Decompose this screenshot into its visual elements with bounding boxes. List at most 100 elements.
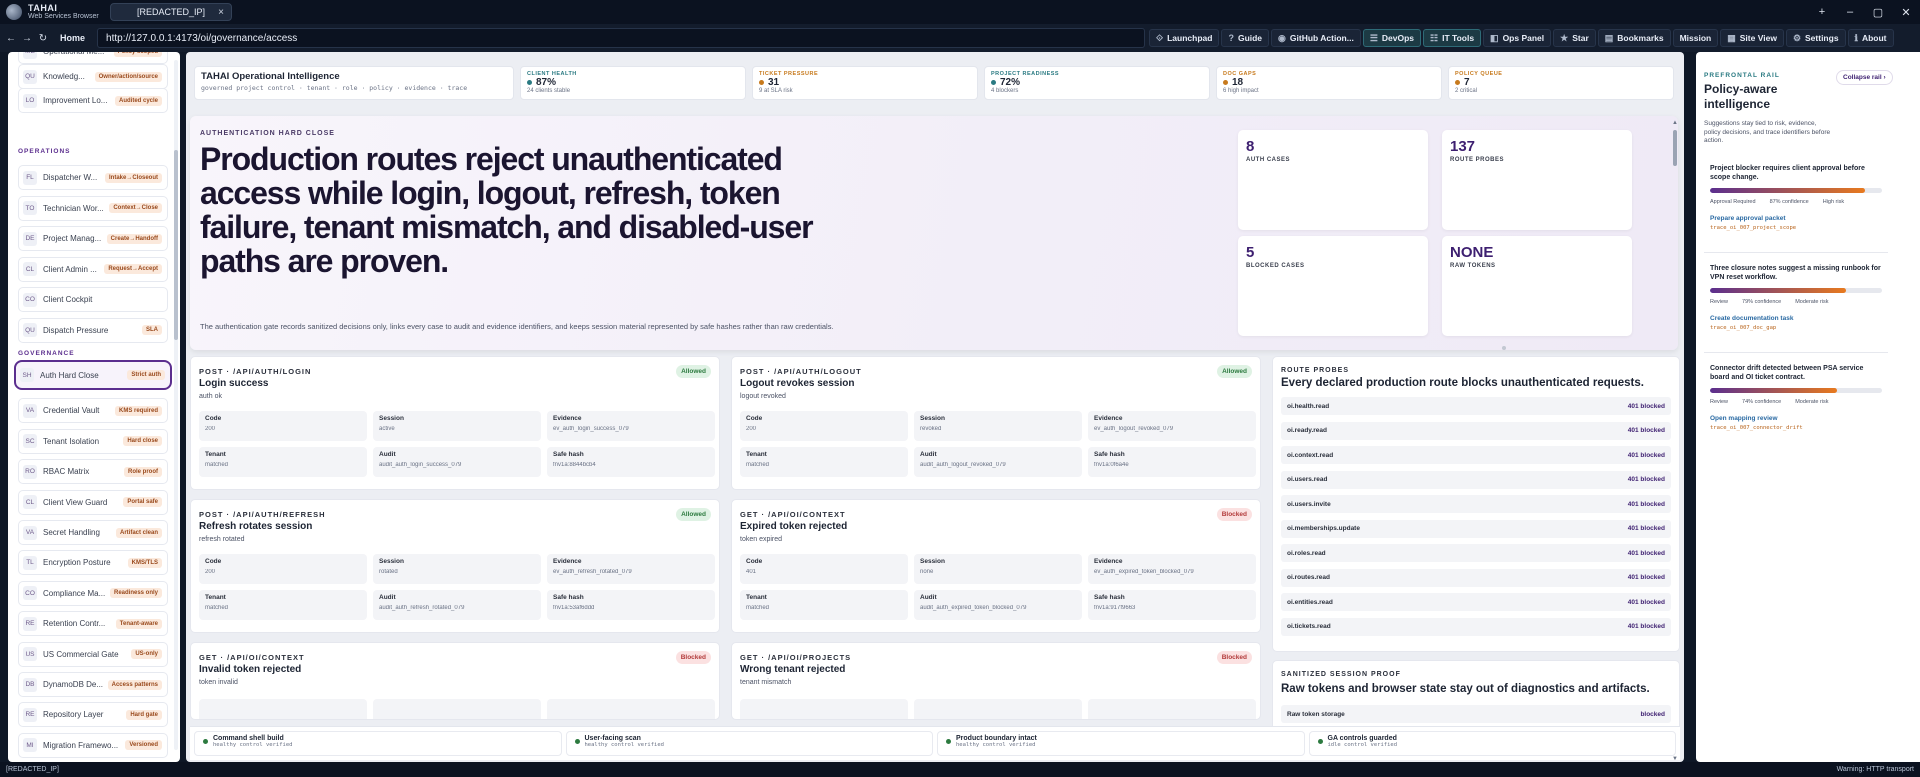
suggestion-action-link[interactable]: Create documentation task bbox=[1710, 315, 1882, 322]
footer-check-note: idle control verified bbox=[1327, 742, 1398, 748]
sidebar-item[interactable]: US US Commercial Gate US-only bbox=[18, 641, 168, 667]
forward-icon[interactable]: → bbox=[20, 28, 34, 48]
toolbar-button-2[interactable]: ◉ GitHub Action... bbox=[1271, 29, 1361, 47]
url-bar[interactable]: http://127.0.0.1:4173/oi/governance/acce… bbox=[97, 28, 1146, 48]
confidence-bar bbox=[1710, 188, 1882, 193]
case-field-key: Evidence bbox=[553, 558, 582, 565]
home-button[interactable]: Home bbox=[52, 28, 93, 48]
stat-value: 8 bbox=[1246, 138, 1255, 155]
case-status-badge: Blocked bbox=[1216, 651, 1252, 664]
sidebar-item-abbrev: QU bbox=[23, 69, 37, 84]
sidebar-item[interactable]: TL Encryption Posture KMS/TLS bbox=[18, 550, 168, 576]
auth-case-card: POST · /API/AUTH/LOGOUT Logout revokes se… bbox=[731, 356, 1261, 490]
sidebar-item[interactable]: SH Auth Hard Close Strict auth bbox=[14, 360, 172, 390]
main-scrollbar[interactable]: ▼ bbox=[1672, 100, 1678, 762]
collapse-rail-button[interactable]: Collapse rail › bbox=[1836, 70, 1893, 85]
toolbar-button-5[interactable]: ◧ Ops Panel bbox=[1483, 29, 1552, 47]
close-window-icon[interactable]: ✕ bbox=[1892, 0, 1920, 24]
maximize-icon[interactable]: ▢ bbox=[1864, 0, 1892, 24]
toolbar-button-label: Settings bbox=[1805, 33, 1839, 43]
toolbar-button-0[interactable]: ⟐ Launchpad bbox=[1149, 29, 1220, 47]
toolbar-button-10[interactable]: ⚙ Settings bbox=[1785, 29, 1846, 47]
sidebar-item[interactable]: QU Knowledg... Owner/action/source bbox=[18, 64, 168, 89]
toolbar-button-9[interactable]: ▦ Site View bbox=[1720, 29, 1784, 47]
sidebar-item[interactable]: MI Migration Framewo... Versioned bbox=[18, 732, 168, 758]
auth-case-card: GET · /API/OI/CONTEXT Expired token rejec… bbox=[731, 499, 1261, 633]
toolbar-button-8[interactable]: Mission bbox=[1672, 29, 1719, 47]
probe-row: oi.users.read 401 blocked bbox=[1281, 470, 1671, 489]
probe-result: 401 blocked bbox=[1627, 549, 1665, 557]
sidebar-item[interactable]: DB DynamoDB De... Access patterns bbox=[18, 672, 168, 697]
toolbar-button-11[interactable]: ℹ About bbox=[1847, 29, 1894, 47]
case-subtitle: token expired bbox=[740, 536, 783, 543]
sidebar-item-abbrev: SC bbox=[23, 434, 37, 449]
sidebar-item-label: Client View Guard bbox=[43, 497, 108, 507]
sidebar-item[interactable]: DE Project Manag... Create→Handoff bbox=[18, 226, 168, 251]
header-metric: POLICY QUEUE 7 2 critical bbox=[1448, 66, 1674, 100]
sidebar-item[interactable]: RE Retention Contr... Tenant-aware bbox=[18, 611, 168, 637]
tab-close-icon[interactable]: × bbox=[218, 7, 224, 18]
footer-check-note: healthy control verified bbox=[584, 742, 664, 748]
case-field: Audit audit_auth_expired_token_blocked_07… bbox=[914, 590, 1082, 620]
case-field-placeholder bbox=[740, 699, 908, 719]
case-field-value: rotated bbox=[379, 569, 398, 575]
sidebar-item[interactable]: FL Dispatcher W... Intake→Closeout bbox=[18, 165, 168, 190]
probe-result: 401 blocked bbox=[1627, 598, 1665, 606]
case-field-value: matched bbox=[205, 462, 229, 468]
check-status-dot-icon bbox=[946, 739, 951, 744]
sidebar-item-label: RBAC Matrix bbox=[43, 467, 90, 477]
sidebar-item[interactable]: QU Dispatch Pressure SLA bbox=[18, 317, 168, 343]
sidebar-item-badge: Owner/action/source bbox=[94, 71, 162, 82]
sidebar-scrollbar[interactable] bbox=[174, 60, 178, 750]
sidebar-item[interactable]: CO Client Cockpit bbox=[18, 287, 168, 312]
suggestion-action-link[interactable]: Open mapping review bbox=[1710, 415, 1882, 422]
sidebar-item[interactable]: RO RBAC Matrix Role proof bbox=[18, 459, 168, 485]
toolbar-button-7[interactable]: ▤ Bookmarks bbox=[1597, 29, 1671, 47]
header-metric: DOC GAPS 18 6 high impact bbox=[1216, 66, 1442, 100]
back-icon[interactable]: ← bbox=[4, 28, 18, 48]
reload-icon[interactable]: ↻ bbox=[36, 28, 50, 48]
suggestion-text: Three closure notes suggest a missing ru… bbox=[1710, 265, 1881, 281]
metric-value-row: 18 bbox=[1223, 77, 1435, 88]
suggestion-tag: Review bbox=[1710, 399, 1729, 405]
probe-result: 401 blocked bbox=[1627, 402, 1665, 410]
metric-note: 9 at SLA risk bbox=[759, 88, 793, 94]
sidebar-scroll-thumb[interactable] bbox=[174, 150, 178, 340]
rail-divider bbox=[1704, 352, 1888, 353]
case-title: Login success bbox=[199, 378, 269, 389]
sidebar-item-label: Knowledg... bbox=[43, 72, 85, 81]
case-field-value: ev_auth_login_success_079 bbox=[553, 426, 629, 432]
suggestion-tag: High risk bbox=[1822, 199, 1845, 205]
footer-check-title: User-facing scan bbox=[584, 735, 641, 742]
suggestion-tag: 79% confidence bbox=[1742, 299, 1782, 305]
sidebar-item[interactable]: CL Client View Guard Portal safe bbox=[18, 489, 168, 515]
sidebar-item-badge: Policy scoped bbox=[113, 52, 162, 57]
sidebar-item[interactable]: CL Client Admin ... Request→Accept bbox=[18, 256, 168, 282]
sidebar-item[interactable]: VA Secret Handling Artifact clean bbox=[18, 520, 168, 545]
sidebar-item-badge: US-only bbox=[131, 649, 162, 660]
case-method: POST · /API/AUTH/LOGOUT bbox=[740, 367, 862, 376]
probe-route-name: oi.users.read bbox=[1287, 476, 1328, 483]
case-field-key: Session bbox=[920, 415, 945, 422]
toolbar-button-3[interactable]: ☰ DevOps bbox=[1362, 29, 1422, 47]
sidebar-item[interactable]: LO Improvement Lo... Audited cycle bbox=[18, 88, 168, 113]
probe-row: oi.entities.read 401 blocked bbox=[1281, 593, 1671, 611]
browser-tab[interactable]: [REDACTED_IP] × bbox=[110, 3, 232, 21]
sidebar-item[interactable]: VA Credential Vault KMS required bbox=[18, 398, 168, 424]
sidebar-item[interactable]: TO Technician Wor... Context→Close bbox=[18, 195, 168, 221]
minimize-icon[interactable]: – bbox=[1836, 0, 1864, 24]
toolbar-button-4[interactable]: ☷ IT Tools bbox=[1423, 29, 1482, 47]
sidebar-item-abbrev: CL bbox=[23, 262, 37, 276]
footer-check-text: Product boundary intact healthy control v… bbox=[956, 735, 1037, 748]
toolbar-button-6[interactable]: ★ Star bbox=[1553, 29, 1596, 47]
case-field: Code 200 bbox=[199, 554, 367, 584]
sidebar-item-abbrev: DB bbox=[23, 677, 37, 692]
sidebar-item[interactable]: SC Tenant Isolation Hard close bbox=[18, 428, 168, 454]
suggestion-action-link[interactable]: Prepare approval packet bbox=[1710, 215, 1882, 222]
toolbar-button-1[interactable]: ? Guide bbox=[1221, 29, 1270, 47]
sidebar-item[interactable]: CO Compliance Ma... Readiness only bbox=[18, 580, 168, 606]
sidebar-item[interactable]: ME Operational Me...Policy scoped bbox=[18, 52, 168, 64]
new-window-icon[interactable]: + bbox=[1808, 0, 1836, 24]
probe-route-name: oi.memberships.update bbox=[1287, 525, 1360, 532]
sidebar-item[interactable]: RE Repository Layer Hard gate bbox=[18, 702, 168, 728]
